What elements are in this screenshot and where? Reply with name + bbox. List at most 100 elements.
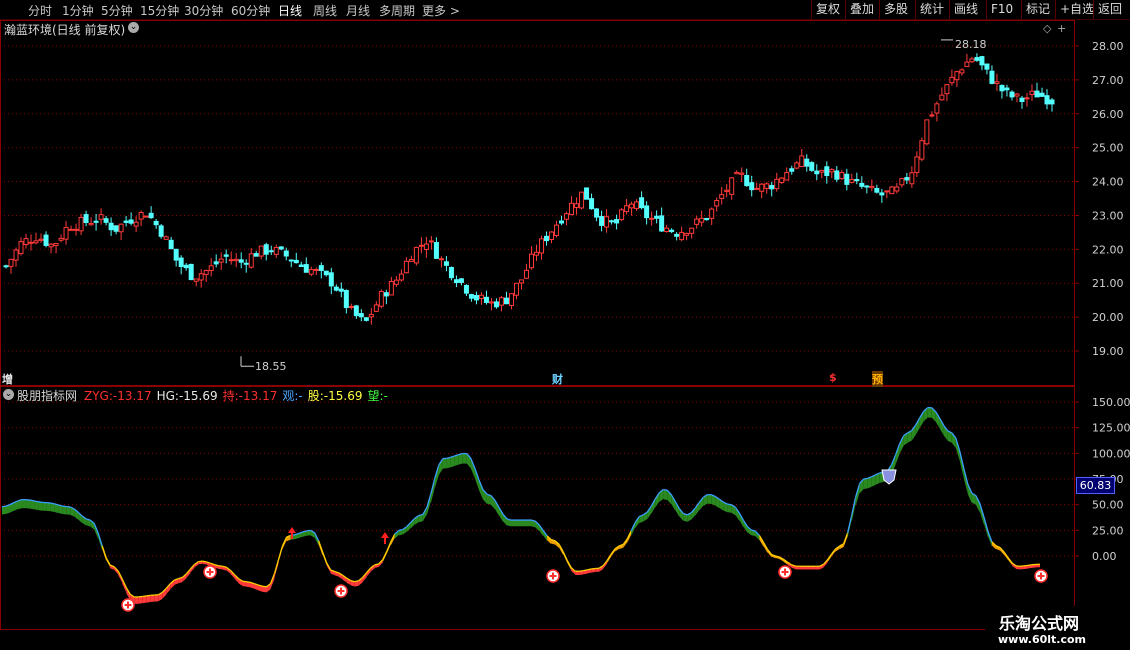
candle-body: [559, 220, 565, 224]
candle-body: [438, 258, 444, 261]
indicator-line-segment: [49, 502, 55, 505]
marker-yu[interactable]: 预: [872, 371, 883, 387]
candle-body: [824, 166, 830, 176]
indicator-line-segment: [458, 452, 464, 456]
indicator-band-segment: [927, 407, 932, 418]
candle-body: [333, 286, 339, 291]
indicator-name: 股朋指标网: [17, 389, 78, 403]
candle-body: [784, 172, 790, 181]
indicator-line-segment: [1, 505, 7, 508]
indicator-band-segment: [38, 501, 43, 511]
candle-body: [503, 297, 509, 305]
candle-body: [223, 254, 229, 257]
chevron-down-icon[interactable]: ⌄: [3, 389, 14, 400]
indicator-line-segment: [142, 595, 147, 598]
plus-icon[interactable]: +: [1057, 22, 1066, 35]
candle-body: [118, 223, 124, 233]
marker-zeng[interactable]: 增: [2, 371, 13, 387]
candle-body: [604, 216, 610, 228]
candle-body: [819, 169, 825, 173]
candle-body: [138, 211, 144, 220]
indicator-band-segment: [462, 453, 467, 464]
timeframe-tab-3[interactable]: 15分钟: [140, 2, 179, 19]
candle-body: [854, 178, 860, 182]
toolbar-button-2[interactable]: 多股: [879, 0, 915, 19]
candle-body: [378, 290, 384, 307]
candle-body: [999, 84, 1005, 92]
toolbar-button-5[interactable]: F10: [986, 0, 1021, 19]
current-value-badge: 60.83: [1076, 477, 1115, 494]
candle-body: [694, 218, 700, 225]
indicator-band-segment: [150, 595, 155, 603]
candle-body: [554, 224, 560, 236]
candle-body: [133, 221, 139, 227]
candle-body: [353, 305, 359, 317]
timeframe-tab-1[interactable]: 1分钟: [62, 2, 94, 19]
toolbar-button-4[interactable]: 画线: [949, 0, 986, 19]
candle-body: [814, 170, 820, 175]
candle-body: [518, 279, 524, 284]
candle-body: [649, 217, 655, 220]
timeframe-tab-8[interactable]: 月线: [346, 2, 370, 19]
indicator-line-segment: [843, 532, 849, 545]
candle-body: [13, 249, 19, 261]
candle-body: [864, 185, 870, 188]
toolbar-button-0[interactable]: 复权: [811, 0, 845, 19]
indicator-field-5: 望:-: [367, 389, 388, 403]
timeframe-tab-2[interactable]: 5分钟: [101, 2, 133, 19]
candle-body: [974, 57, 980, 61]
high-price-label: 28.18: [955, 38, 987, 51]
marker-dollar[interactable]: $: [829, 371, 837, 384]
indicator-line-segment: [242, 580, 247, 583]
toolbar-button-6[interactable]: 标记: [1021, 0, 1055, 19]
candle-body: [599, 216, 605, 226]
candle-body: [198, 273, 204, 281]
candle-body: [163, 236, 169, 240]
timeframe-tab-6[interactable]: 日线: [278, 2, 302, 19]
candle-body: [909, 172, 915, 185]
candle-body: [579, 191, 585, 209]
candle-body: [789, 168, 795, 172]
candle-body: [774, 178, 780, 190]
candle-body: [173, 248, 179, 261]
candle-body: [904, 177, 910, 181]
chevron-down-icon[interactable]: ⌄: [128, 22, 139, 33]
candle-body: [293, 259, 299, 264]
main-panel-border: [0, 20, 1075, 386]
candle-body: [624, 205, 630, 213]
candle-body: [654, 215, 660, 219]
toolbar-button-3[interactable]: 统计: [915, 0, 949, 19]
candle-body: [614, 219, 620, 224]
candle-body: [348, 305, 354, 308]
candle-body: [879, 192, 885, 196]
timeframe-tab-0[interactable]: 分时: [28, 2, 52, 19]
candle-body: [148, 212, 154, 219]
candle-body: [213, 261, 219, 265]
candle-body: [834, 170, 840, 180]
candle-body: [539, 238, 545, 254]
marker-cai[interactable]: 财: [552, 371, 563, 387]
candle-body: [709, 208, 715, 219]
toolbar-button-8[interactable]: 返回: [1093, 0, 1130, 19]
candle-body: [1039, 92, 1045, 97]
candle-body: [924, 119, 930, 145]
candle-body: [93, 220, 99, 223]
toolbar-button-1[interactable]: 叠加: [845, 0, 879, 19]
timeframe-tab-10[interactable]: 更多 >: [422, 2, 460, 19]
diamond-icon[interactable]: ◇: [1043, 22, 1051, 35]
timeframe-tab-5[interactable]: 60分钟: [231, 2, 270, 19]
candle-body: [939, 94, 945, 101]
candle-body: [734, 171, 740, 175]
timeframe-tab-9[interactable]: 多周期: [379, 2, 415, 19]
timeframe-tab-4[interactable]: 30分钟: [184, 2, 223, 19]
ind-ylabel-5: 125.00: [1092, 422, 1130, 435]
candle-body: [243, 262, 249, 265]
candle-body: [889, 186, 895, 195]
candle-body: [363, 317, 369, 321]
candle-body: [298, 264, 304, 268]
timeframe-tab-7[interactable]: 周线: [313, 2, 337, 19]
candle-body: [33, 240, 39, 244]
candle-body: [158, 225, 164, 237]
toolbar-button-7[interactable]: +自选: [1055, 0, 1094, 19]
candle-body: [699, 217, 705, 223]
